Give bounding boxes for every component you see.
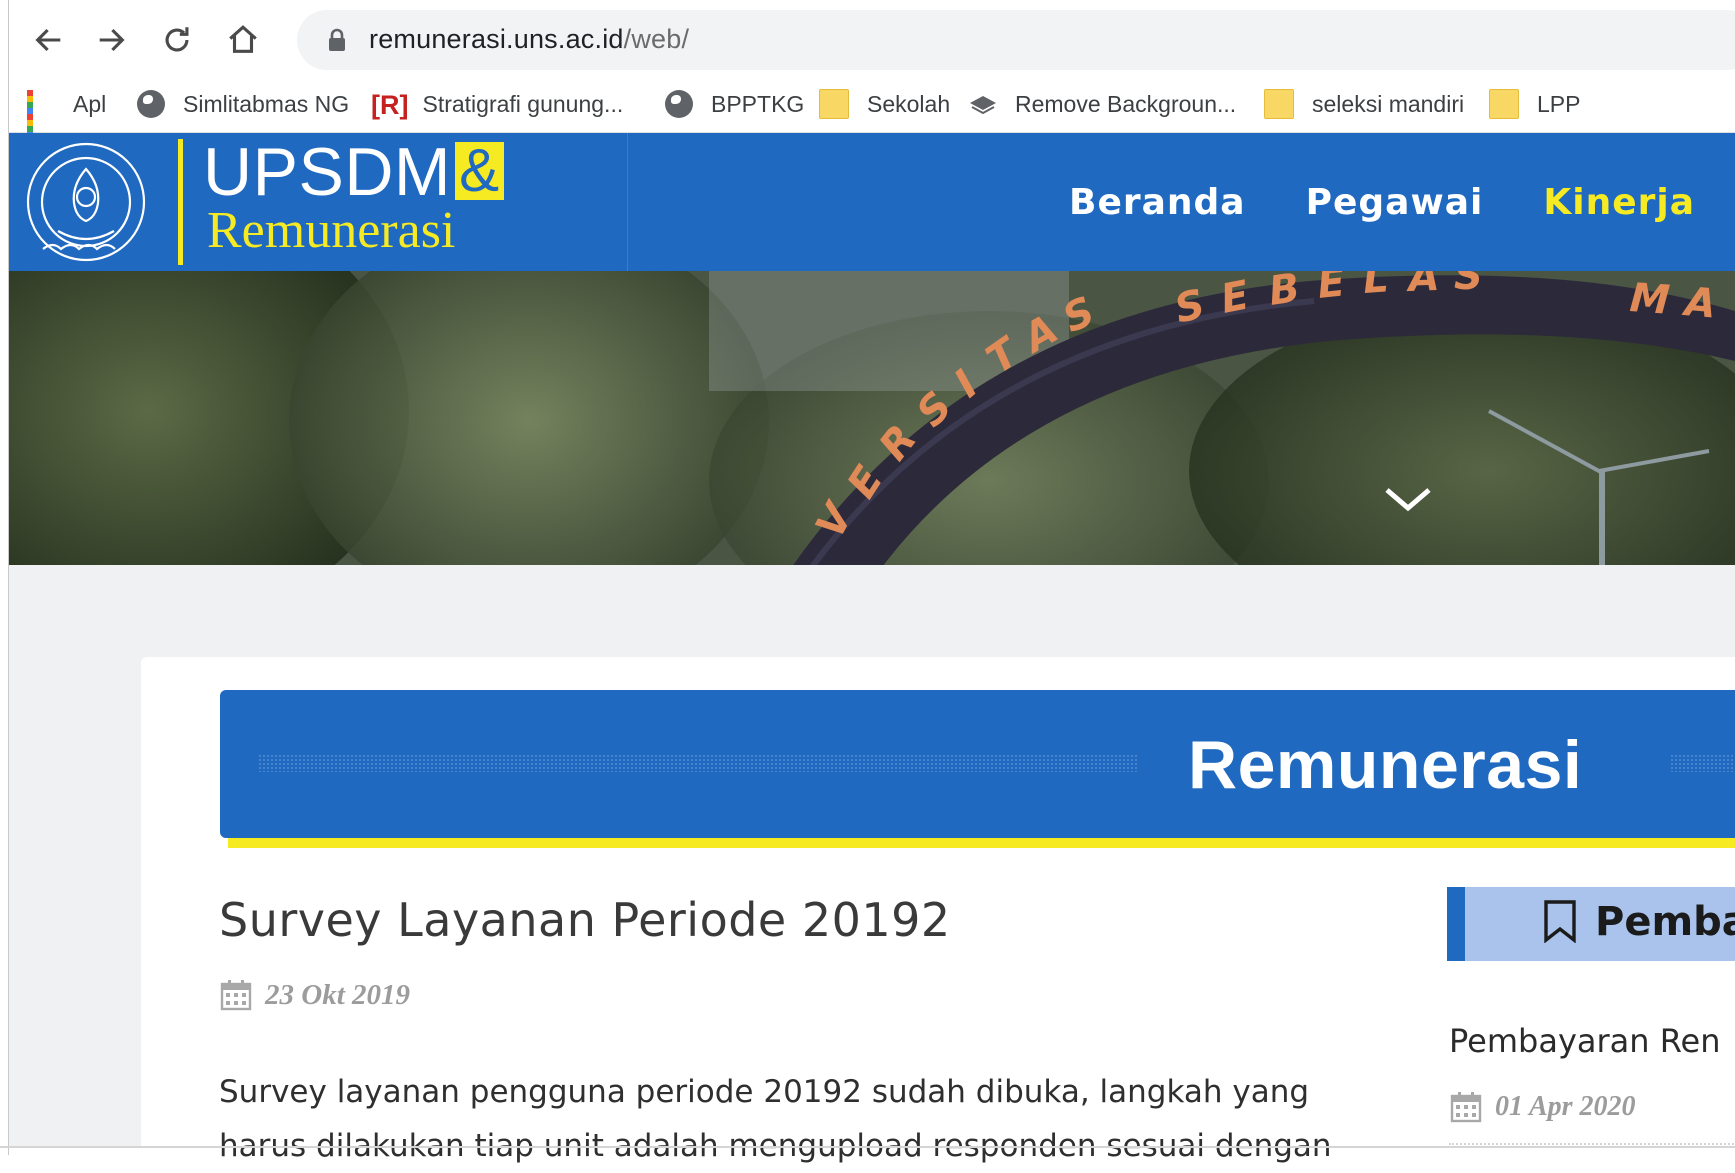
svg-text:E: E (1315, 271, 1347, 308)
menu-item-kinerja[interactable]: Kinerja (1543, 182, 1695, 223)
layers-icon (970, 96, 996, 115)
bookmark-stratigrafi[interactable]: [R] Stratigrafi gunung... (371, 86, 623, 122)
banner-dots-left (258, 754, 1138, 772)
header-separator (627, 133, 628, 271)
bookmark-seleksi-mandiri[interactable]: seleksi mandiri (1264, 86, 1464, 122)
logo-divider (178, 139, 183, 265)
apps-grid-icon (27, 90, 55, 144)
sidebar-separator (1449, 1143, 1735, 1145)
campus-gate-illustration: V E R S I T A S S E B E L A S M A (9, 271, 1735, 565)
chevron-down-icon[interactable] (1383, 484, 1433, 514)
lock-icon (329, 28, 345, 51)
menu-item-pegawai[interactable]: Pegawai (1306, 182, 1484, 223)
bookmark-label: Remove Backgroun... (1015, 90, 1237, 117)
svg-text:B: B (1266, 271, 1303, 315)
svg-text:A: A (1405, 271, 1441, 301)
banner-dots-right (1670, 754, 1735, 772)
menu-item-beranda[interactable]: Beranda (1069, 182, 1246, 223)
calendar-icon (1450, 1092, 1482, 1123)
bookmark-label: Stratigrafi gunung... (422, 90, 624, 117)
bookmark-label: BPPTKG (711, 90, 805, 117)
bookmark-label: Apl (73, 90, 107, 117)
post-excerpt: Survey layanan pengguna periode 20192 su… (219, 1065, 1379, 1173)
bookmark-label: Simlitabmas NG (183, 90, 350, 117)
bookmarks-bar: Apl Simlitabmas NG [R] Stratigrafi gunun… (9, 76, 1735, 144)
brand-upsdm: UPSDM (203, 134, 452, 210)
bookmark-sekolah[interactable]: Sekolah (819, 86, 950, 122)
url-text: remunerasi.uns.ac.id/web/ (369, 24, 689, 55)
bookmark-lpp[interactable]: LPP (1489, 86, 1580, 122)
bookmark-icon (1544, 900, 1576, 943)
globe-icon (137, 90, 165, 118)
main-menu: Beranda Pegawai Kinerja P (1069, 133, 1735, 271)
university-seal-icon[interactable] (13, 139, 159, 265)
sidebar-header: Pemba (1447, 887, 1735, 961)
sidebar-item-title[interactable]: Pembayaran Ren (1449, 1022, 1720, 1060)
svg-text:A: A (1680, 279, 1718, 328)
brand-ampersand: & (455, 141, 504, 201)
back-button[interactable] (23, 14, 75, 66)
section-underline (228, 838, 1735, 848)
post-date: 23 Okt 2019 (219, 978, 410, 1012)
reload-button[interactable] (151, 14, 203, 66)
arrow-right-icon (99, 28, 125, 52)
reload-icon (165, 27, 189, 52)
globe-icon (665, 90, 693, 118)
post-excerpt-line: Survey layanan pengguna periode 20192 su… (219, 1074, 1310, 1110)
site-header: UPSDM & Remunerasi Beranda Pegawai Kinerj… (9, 133, 1735, 271)
url-path: /web/ (623, 24, 690, 54)
forward-button[interactable] (85, 14, 137, 66)
svg-text:M: M (1628, 275, 1671, 324)
bookmark-label: Sekolah (867, 90, 951, 117)
folder-icon (819, 89, 849, 119)
frame-line-bottom (0, 1146, 1735, 1148)
post-date-text: 23 Okt 2019 (265, 978, 410, 1011)
hero-banner: V E R S I T A S S E B E L A S M A (9, 271, 1735, 565)
folder-icon (1264, 89, 1294, 119)
brand-title[interactable]: UPSDM & (203, 137, 504, 207)
home-icon (229, 25, 257, 53)
section-banner: Remunerasi (220, 690, 1735, 838)
bookmark-label: LPP (1537, 90, 1581, 117)
browser-toolbar: remunerasi.uns.ac.id/web/ (9, 0, 1735, 76)
bookmark-bpptkg[interactable]: BPPTKG (665, 86, 804, 122)
sidebar-header-title: Pemba (1595, 899, 1735, 945)
bookmark-label: seleksi mandiri (1312, 90, 1465, 117)
calendar-icon (220, 980, 252, 1011)
section-title: Remunerasi (1188, 727, 1583, 803)
svg-text:S: S (1454, 271, 1483, 299)
address-bar[interactable]: remunerasi.uns.ac.id/web/ (297, 10, 1735, 70)
bookmark-simlitabmas[interactable]: Simlitabmas NG (137, 86, 349, 122)
arrow-left-icon (35, 28, 61, 52)
sidebar-item-date-text: 01 Apr 2020 (1495, 1091, 1636, 1122)
brand-subtitle: Remunerasi (207, 202, 456, 259)
home-button[interactable] (217, 14, 269, 66)
post-title[interactable]: Survey Layanan Periode 20192 (219, 893, 951, 947)
sidebar-item-date: 01 Apr 2020 (1449, 1090, 1636, 1124)
r-badge-icon: [R] (371, 90, 409, 120)
svg-text:L: L (1361, 271, 1390, 303)
bookmark-apps[interactable]: Apl (27, 86, 107, 144)
url-host: remunerasi.uns.ac.id (369, 24, 624, 54)
bookmark-remove-background[interactable]: Remove Backgroun... (969, 86, 1236, 122)
folder-icon (1489, 89, 1519, 119)
